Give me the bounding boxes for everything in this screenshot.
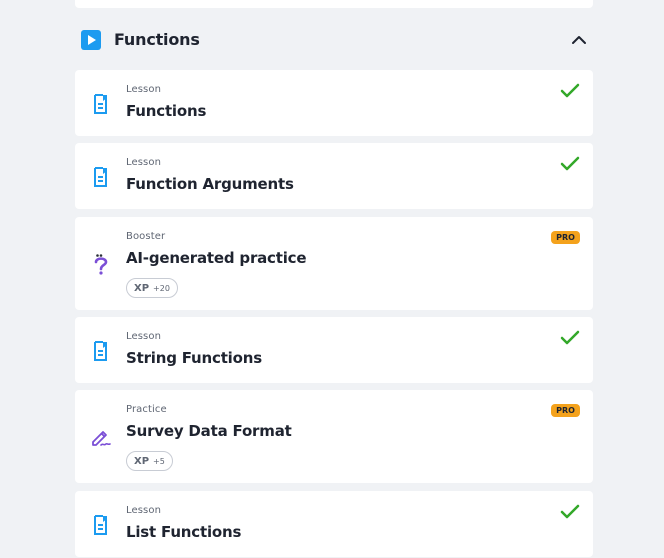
course-module-page: Functions Lesson Functions Lesson Functi…: [0, 0, 664, 558]
lesson-document-icon: [94, 515, 107, 535]
item-type-label: Lesson: [126, 505, 162, 516]
item-type-label: Practice: [126, 404, 167, 415]
xp-pill: XP +20: [126, 278, 178, 298]
pro-badge: PRO: [551, 231, 580, 244]
section-title: Functions: [114, 30, 200, 49]
item-type-label: Lesson: [126, 331, 162, 342]
lesson-document-icon: [94, 167, 107, 187]
lesson-document-icon: [94, 341, 107, 361]
item-title[interactable]: Function Arguments: [126, 175, 294, 193]
practice-card[interactable]: Practice Survey Data Format PRO XP +5: [75, 390, 593, 483]
item-title[interactable]: String Functions: [126, 349, 262, 367]
item-type-label: Lesson: [126, 157, 162, 168]
item-type-label: Booster: [126, 231, 166, 242]
previous-section-card: [75, 0, 593, 8]
item-type-label: Lesson: [126, 84, 162, 95]
xp-pill: XP +5: [126, 451, 173, 471]
item-title[interactable]: Survey Data Format: [126, 422, 292, 440]
xp-label: XP: [134, 455, 150, 467]
lesson-document-icon: [94, 94, 107, 114]
chevron-up-icon[interactable]: [569, 30, 589, 50]
play-icon: [81, 30, 101, 50]
xp-label: XP: [134, 282, 150, 294]
item-title[interactable]: Functions: [126, 102, 206, 120]
pencil-icon: [92, 431, 111, 446]
section-header[interactable]: Functions: [75, 24, 593, 56]
booster-card[interactable]: Booster AI-generated practice PRO XP +20: [75, 217, 593, 310]
check-icon: [560, 504, 580, 519]
item-title[interactable]: List Functions: [126, 523, 241, 541]
lesson-card[interactable]: Lesson Functions: [75, 70, 593, 136]
lesson-card[interactable]: Lesson String Functions: [75, 317, 593, 383]
lesson-card[interactable]: Lesson List Functions: [75, 491, 593, 557]
check-icon: [560, 83, 580, 98]
xp-value: +20: [153, 283, 170, 293]
xp-value: +5: [153, 456, 165, 466]
lesson-card[interactable]: Lesson Function Arguments: [75, 143, 593, 209]
check-icon: [560, 156, 580, 171]
check-icon: [560, 330, 580, 345]
question-mark-icon: [94, 254, 108, 275]
item-title[interactable]: AI-generated practice: [126, 249, 307, 267]
pro-badge: PRO: [551, 404, 580, 417]
